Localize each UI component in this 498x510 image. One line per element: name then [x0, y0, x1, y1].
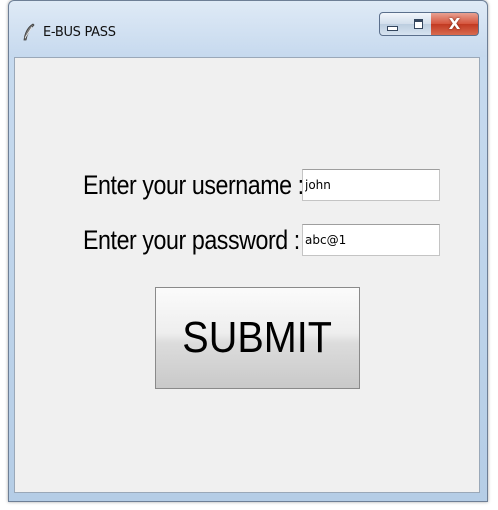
close-icon: X — [448, 14, 461, 33]
username-input[interactable] — [302, 169, 440, 201]
minimize-button[interactable] — [379, 12, 406, 36]
password-input[interactable] — [302, 224, 440, 256]
username-label: Enter your username : — [83, 170, 304, 200]
title-bar[interactable]: E-BUS PASS X — [9, 1, 487, 57]
app-window: E-BUS PASS X Enter your username : Enter… — [8, 0, 488, 502]
form-panel: Enter your username : Enter your passwor… — [14, 57, 480, 493]
close-button[interactable]: X — [431, 12, 479, 36]
submit-button-label: SUBMIT — [182, 313, 333, 362]
feather-icon — [22, 23, 36, 41]
password-label: Enter your password : — [83, 225, 300, 255]
maximize-button[interactable] — [405, 12, 432, 36]
minimize-icon — [387, 25, 398, 31]
submit-button[interactable]: SUBMIT — [155, 287, 360, 389]
window-title: E-BUS PASS — [43, 25, 116, 40]
maximize-icon — [413, 19, 423, 29]
